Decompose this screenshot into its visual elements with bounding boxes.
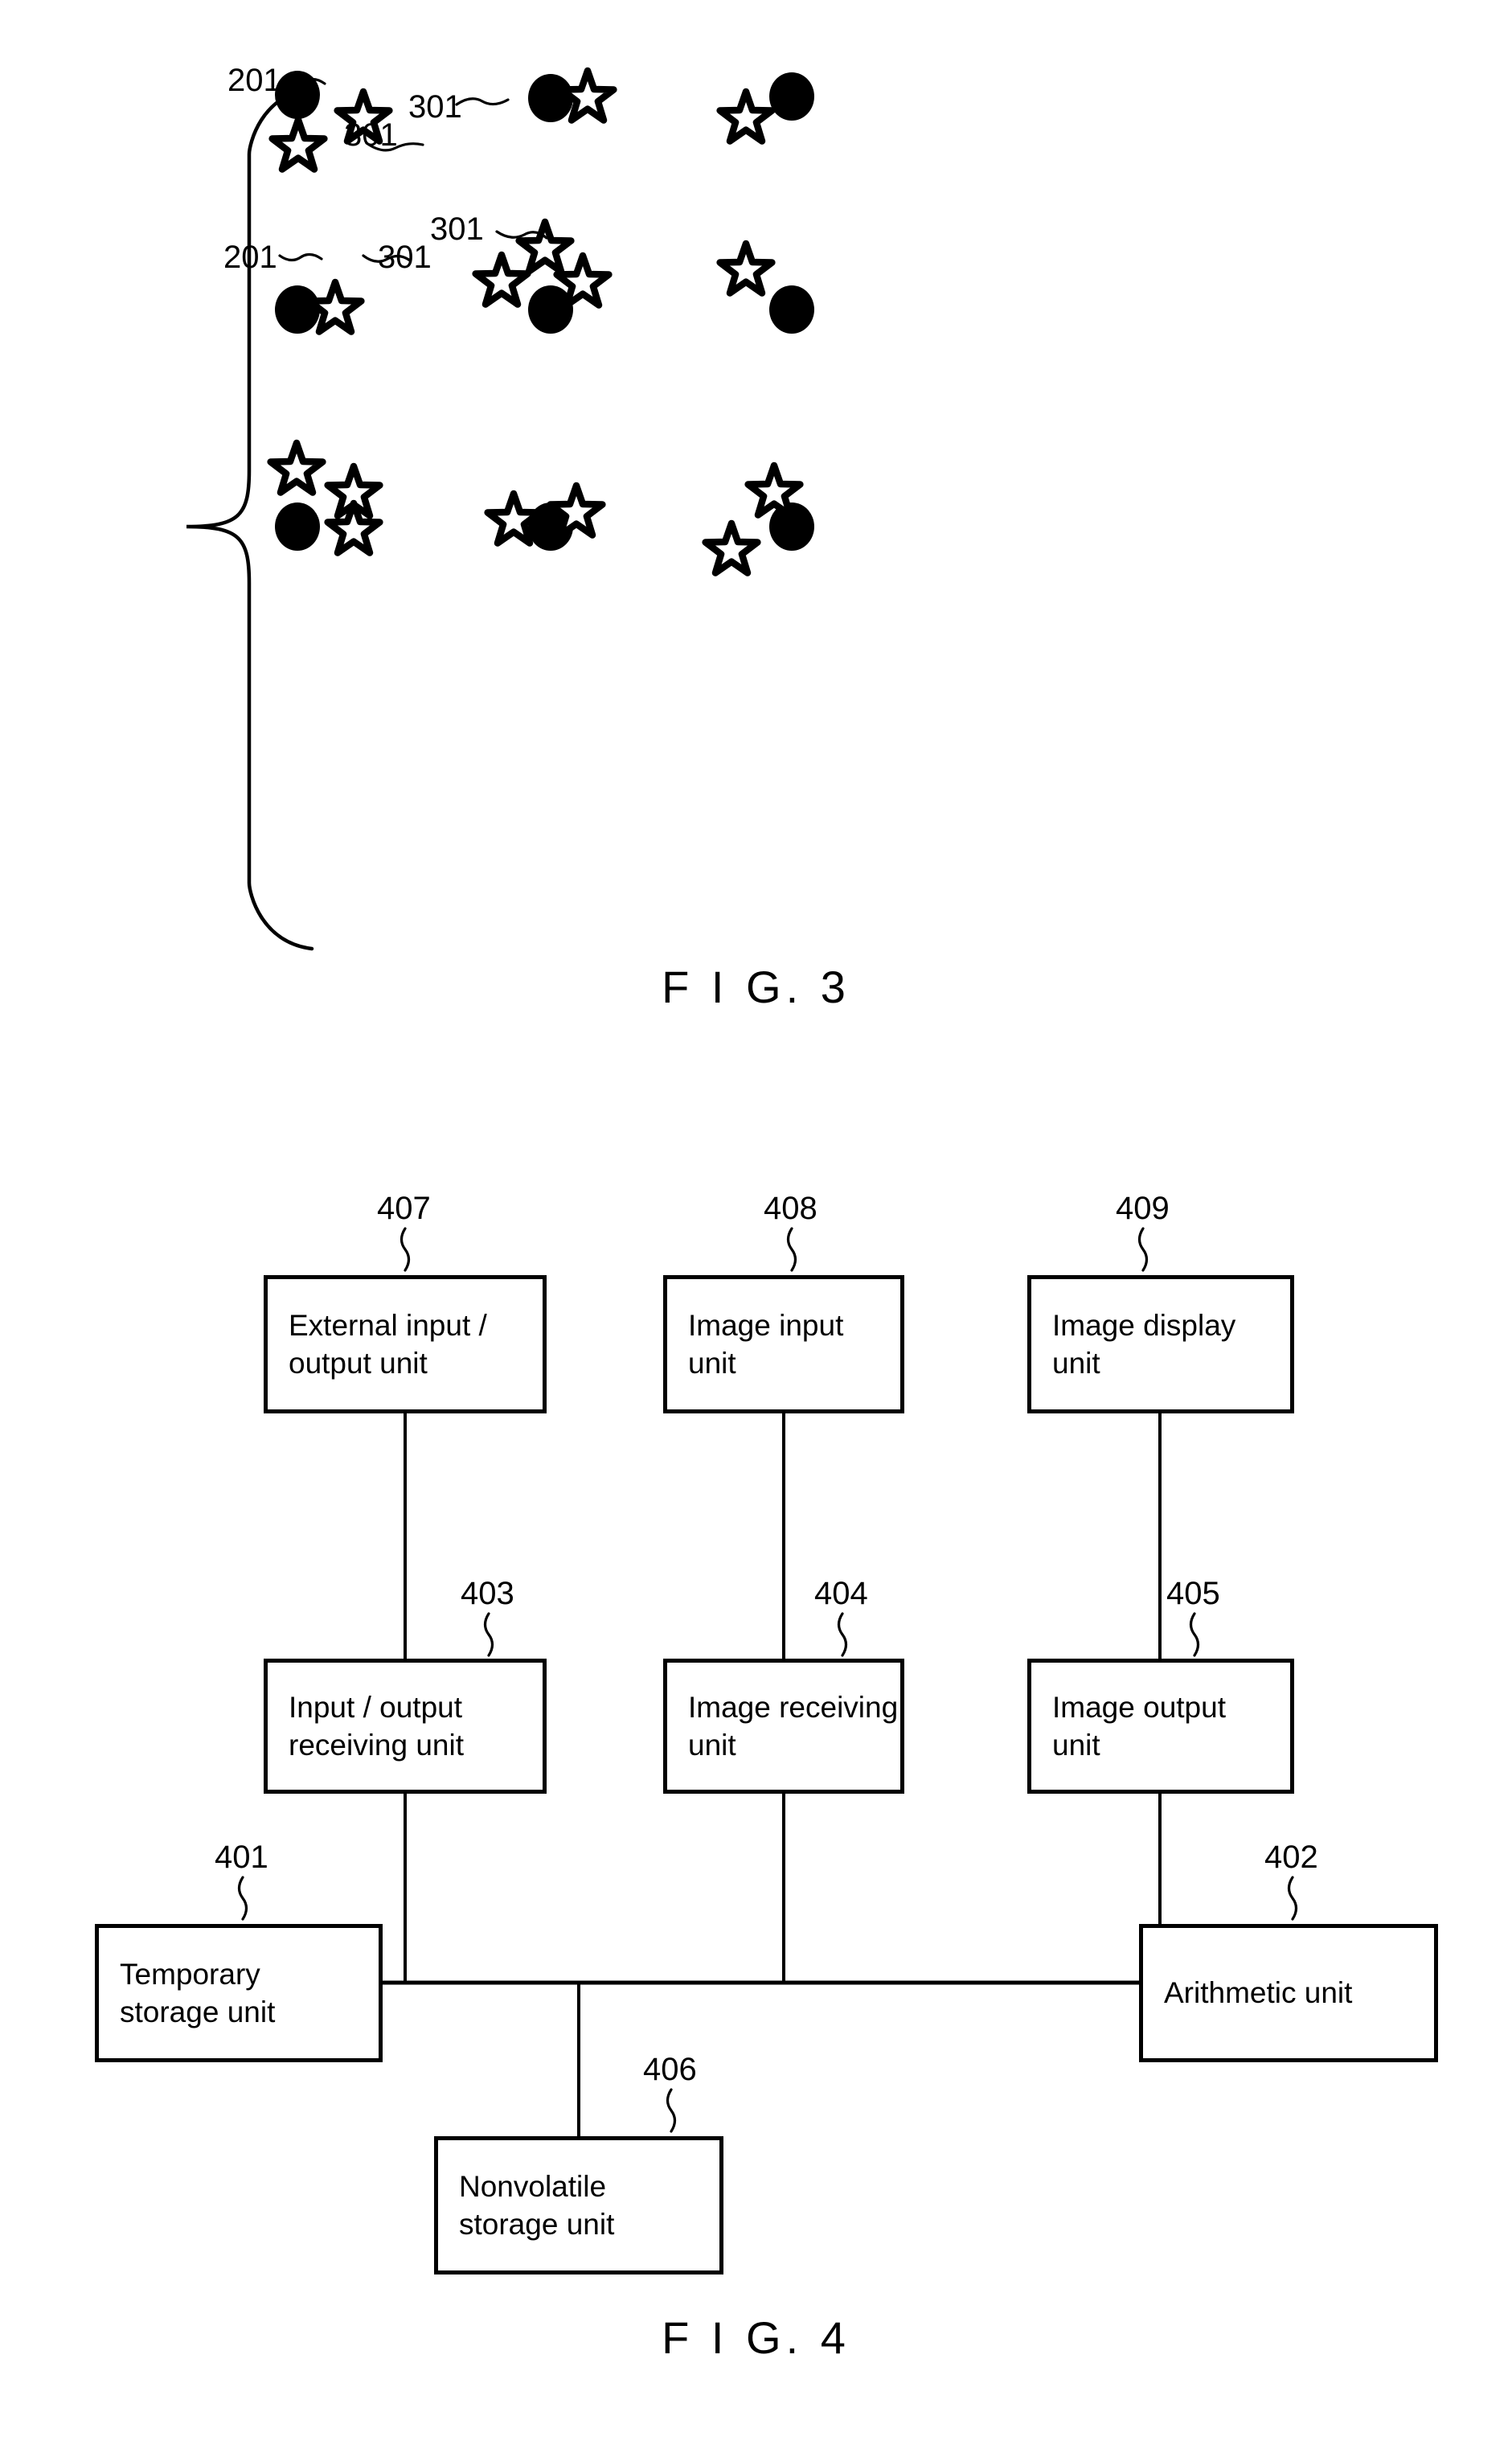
leader-406 — [666, 2088, 677, 2133]
reference-numeral-402: 402 — [1264, 1840, 1318, 1875]
open-star-marker — [267, 439, 326, 496]
block-408[interactable]: Image input unit — [663, 1275, 904, 1413]
open-star-marker — [716, 240, 776, 297]
block-label-408: Image input unit — [688, 1308, 844, 1380]
filled-circle-marker — [528, 74, 573, 122]
figure-4: External input / output unit Image input … — [0, 1069, 1512, 2457]
filled-circle-marker — [275, 285, 320, 334]
block-label-404: Image receiving unit — [688, 1690, 899, 1762]
open-star-marker — [515, 218, 575, 275]
leader-line — [455, 97, 510, 106]
filled-circle-marker — [275, 502, 320, 551]
reference-numeral-403: 403 — [461, 1576, 514, 1611]
reference-numeral-301: 301 — [408, 89, 462, 125]
block-402[interactable]: Arithmetic unit — [1139, 1924, 1438, 2062]
block-label-402: Arithmetic unit — [1164, 1976, 1353, 2010]
open-star-marker — [472, 251, 531, 308]
reference-numeral-201: 201 — [227, 63, 281, 98]
reference-numeral-301: 301 — [430, 211, 484, 247]
block-405[interactable]: Image output unit — [1027, 1659, 1294, 1794]
patent-figure-page: 201 301 301 301 201 301 F I G. 3 External inp… — [0, 0, 1512, 2457]
filled-circle-marker — [528, 285, 573, 334]
figure-3-drawing — [186, 67, 814, 951]
block-label-406: Nonvolatile storage unit — [459, 2169, 615, 2241]
reference-numeral-409: 409 — [1116, 1191, 1170, 1226]
open-star-marker — [558, 67, 617, 124]
reference-numeral-301: 301 — [344, 117, 398, 153]
block-407[interactable]: External input / output unit — [264, 1275, 547, 1413]
block-label-409: Image display unit — [1052, 1308, 1236, 1380]
open-star-marker — [702, 519, 761, 576]
filled-circle-marker — [769, 72, 814, 121]
block-403[interactable]: Input / output receiving unit — [264, 1659, 547, 1794]
block-label-401: Temporary storage unit — [120, 1957, 276, 2028]
leader-408 — [786, 1227, 797, 1272]
figure-3-caption: F I G. 3 — [662, 962, 850, 1012]
reference-numeral-404: 404 — [814, 1576, 868, 1611]
block-label-407: External input / output unit — [289, 1308, 487, 1380]
reference-numeral-301: 301 — [378, 240, 432, 275]
filled-circle-marker — [769, 285, 814, 334]
block-409[interactable]: Image display unit — [1027, 1275, 1294, 1413]
figure-4-caption: F I G. 4 — [662, 2312, 850, 2363]
open-star-marker — [305, 278, 365, 335]
open-star-marker — [716, 88, 776, 145]
leader-409 — [1137, 1227, 1149, 1272]
block-label-403: Input / output receiving unit — [289, 1690, 465, 1762]
block-406[interactable]: Nonvolatile storage unit — [434, 2136, 723, 2274]
open-star-marker — [324, 499, 383, 556]
open-star-marker — [268, 116, 328, 173]
block-401[interactable]: Temporary storage unit — [95, 1924, 383, 2062]
block-404[interactable]: Image receiving unit — [663, 1659, 904, 1794]
block-label-405: Image output unit — [1052, 1690, 1226, 1762]
leader-403 — [483, 1612, 494, 1657]
reference-numeral-408: 408 — [764, 1191, 817, 1226]
reference-numeral-407: 407 — [377, 1191, 431, 1226]
figure-3: 201 301 301 301 201 301 F I G. 3 — [0, 0, 1512, 1069]
leader-line — [278, 252, 323, 262]
leader-404 — [837, 1612, 848, 1657]
reference-numeral-401: 401 — [215, 1840, 268, 1875]
reference-numeral-406: 406 — [643, 2052, 697, 2087]
leader-407 — [400, 1227, 411, 1272]
leader-405 — [1189, 1612, 1200, 1657]
leader-402 — [1287, 1876, 1298, 1921]
reference-numeral-405: 405 — [1166, 1576, 1220, 1611]
reference-numeral-201: 201 — [223, 240, 277, 275]
leader-401 — [237, 1876, 248, 1921]
